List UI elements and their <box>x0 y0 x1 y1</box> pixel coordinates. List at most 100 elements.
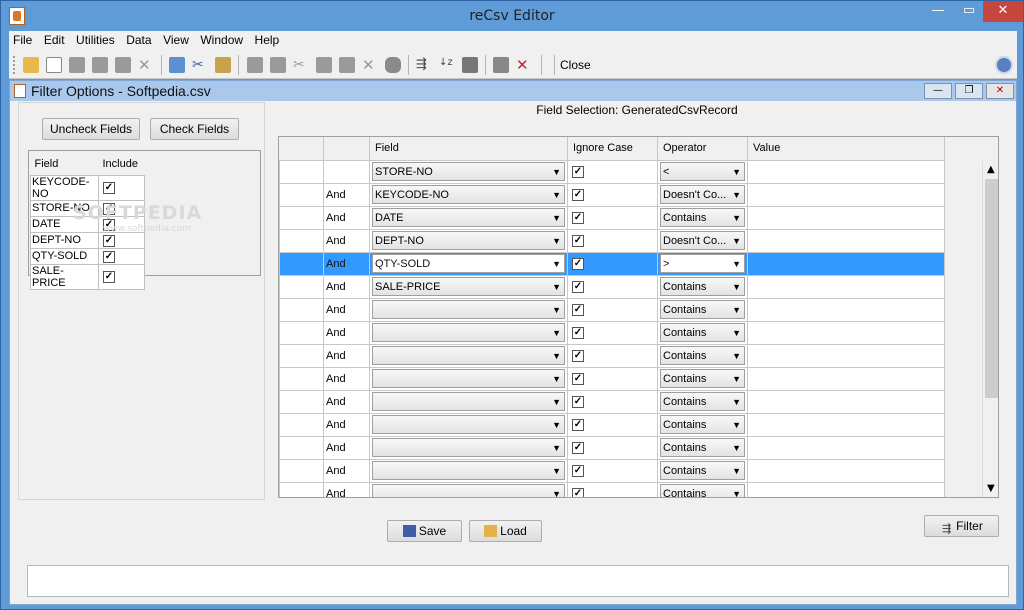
join-cell[interactable]: And <box>323 182 370 207</box>
filter-row[interactable]: And DEPT-NO ▼ ✓ Doesn't Co... ▼ <box>279 228 945 253</box>
delete-icon[interactable]: ✕ <box>138 57 154 73</box>
operator-cell[interactable]: Contains ▼ <box>657 274 748 299</box>
filter-row[interactable]: And ▼ ✓ Contains ▼ <box>279 481 945 497</box>
save-as-icon[interactable] <box>92 57 108 73</box>
ignore-case-checkbox[interactable]: ✓ <box>572 419 584 431</box>
value-cell[interactable] <box>747 412 945 437</box>
binoculars-icon[interactable] <box>385 57 401 73</box>
operator-dropdown[interactable]: Contains ▼ <box>660 300 745 319</box>
scroll-thumb[interactable] <box>985 179 998 398</box>
sort-icon[interactable]: ↓z <box>439 57 455 73</box>
operator-dropdown[interactable]: Contains ▼ <box>660 369 745 388</box>
ignore-case-cell[interactable]: ✓ <box>567 343 658 368</box>
field-cell[interactable]: ▼ <box>369 458 568 483</box>
value-cell[interactable] <box>747 251 945 276</box>
value-cell[interactable] <box>747 274 945 299</box>
row-header-cell[interactable] <box>279 182 324 207</box>
field-dropdown[interactable]: ▼ <box>372 369 565 388</box>
join-cell[interactable]: And <box>323 481 370 497</box>
join-cell[interactable]: And <box>323 435 370 460</box>
ignore-case-checkbox[interactable]: ✓ <box>572 304 584 316</box>
field-dropdown[interactable]: KEYCODE-NO ▼ <box>372 185 565 204</box>
field-cell[interactable]: ▼ <box>369 412 568 437</box>
scroll-up-icon[interactable]: ▲ <box>987 164 995 175</box>
field-column-header[interactable]: Field <box>369 137 568 161</box>
delete-record-icon[interactable]: ✕ <box>362 57 378 73</box>
filter-button[interactable]: ⇶ Filter <box>924 515 999 537</box>
tools-icon[interactable]: ✕ <box>516 57 532 73</box>
insert-record-icon[interactable] <box>339 57 355 73</box>
uncheck-fields-button[interactable]: Uncheck Fields <box>42 118 140 140</box>
operator-dropdown[interactable]: Contains ▼ <box>660 415 745 434</box>
menu-edit[interactable]: Edit <box>40 31 69 49</box>
ignore-case-checkbox[interactable]: ✓ <box>572 189 584 201</box>
ignore-case-checkbox[interactable]: ✓ <box>572 396 584 408</box>
menu-file[interactable]: File <box>9 31 36 49</box>
toolbar-grip[interactable] <box>13 56 16 74</box>
ignore-case-checkbox[interactable]: ✓ <box>572 281 584 293</box>
field-dropdown[interactable]: ▼ <box>372 484 565 497</box>
operator-cell[interactable]: Contains ▼ <box>657 343 748 368</box>
menu-window[interactable]: Window <box>196 31 247 49</box>
new-file-icon[interactable] <box>46 57 62 73</box>
field-dropdown[interactable]: ▼ <box>372 461 565 480</box>
row-header-cell[interactable] <box>279 458 324 483</box>
cut-record-icon[interactable]: ✂ <box>293 57 309 73</box>
paste-record-icon[interactable] <box>316 57 332 73</box>
ignore-case-checkbox[interactable]: ✓ <box>572 488 584 497</box>
minimize-button[interactable]: — <box>921 1 955 22</box>
grid-vertical-scrollbar[interactable]: ▲ ▼ <box>982 161 998 497</box>
field-cell[interactable]: QTY-SOLD ▼ <box>369 251 568 276</box>
filter-row[interactable]: And DATE ▼ ✓ Contains ▼ <box>279 205 945 230</box>
value-cell[interactable] <box>747 435 945 460</box>
filter-row[interactable]: And SALE-PRICE ▼ ✓ Contains ▼ <box>279 274 945 299</box>
field-dropdown[interactable]: QTY-SOLD ▼ <box>372 254 565 273</box>
operator-cell[interactable]: Contains ▼ <box>657 412 748 437</box>
operator-dropdown[interactable]: Contains ▼ <box>660 392 745 411</box>
paste-icon[interactable] <box>215 57 231 73</box>
operator-dropdown[interactable]: < ▼ <box>660 162 745 181</box>
ignore-case-checkbox[interactable]: ✓ <box>572 235 584 247</box>
check-fields-button[interactable]: Check Fields <box>150 118 239 140</box>
value-cell[interactable] <box>747 228 945 253</box>
ignore-case-checkbox[interactable]: ✓ <box>572 373 584 385</box>
field-dropdown[interactable]: DEPT-NO ▼ <box>372 231 565 250</box>
value-cell[interactable] <box>747 205 945 230</box>
filter-row[interactable]: And ▼ ✓ Contains ▼ <box>279 366 945 391</box>
filter-row[interactable]: And ▼ ✓ Contains ▼ <box>279 412 945 437</box>
ignore-case-column-header[interactable]: Ignore Case <box>567 137 658 161</box>
value-cell[interactable] <box>747 343 945 368</box>
menu-view[interactable]: View <box>159 31 193 49</box>
join-cell[interactable]: And <box>323 389 370 414</box>
row-header-cell[interactable] <box>279 481 324 497</box>
field-dropdown[interactable]: ▼ <box>372 300 565 319</box>
scroll-down-icon[interactable]: ▼ <box>987 483 995 494</box>
field-dropdown[interactable]: ▼ <box>372 392 565 411</box>
include-checkbox[interactable]: ✓ <box>103 234 115 247</box>
ignore-case-checkbox[interactable]: ✓ <box>572 212 584 224</box>
join-cell[interactable]: And <box>323 228 370 253</box>
operator-dropdown[interactable]: > ▼ <box>660 254 745 273</box>
field-cell[interactable]: ▼ <box>369 481 568 497</box>
join-cell[interactable]: And <box>323 251 370 276</box>
filter-row[interactable]: And ▼ ✓ Contains ▼ <box>279 435 945 460</box>
operator-dropdown[interactable]: Contains ▼ <box>660 323 745 342</box>
filter-row[interactable]: And KEYCODE-NO ▼ ✓ Doesn't Co... ▼ <box>279 182 945 207</box>
field-dropdown[interactable]: DATE ▼ <box>372 208 565 227</box>
field-cell[interactable]: ▼ <box>369 366 568 391</box>
operator-dropdown[interactable]: Contains ▼ <box>660 461 745 480</box>
include-checkbox[interactable]: ✓ <box>103 182 115 194</box>
ignore-case-cell[interactable]: ✓ <box>567 205 658 230</box>
operator-dropdown[interactable]: Contains ▼ <box>660 346 745 365</box>
menu-utilities[interactable]: Utilities <box>72 31 119 49</box>
value-cell[interactable] <box>747 366 945 391</box>
join-cell[interactable]: And <box>323 343 370 368</box>
ignore-case-cell[interactable]: ✓ <box>567 297 658 322</box>
ignore-case-cell[interactable]: ✓ <box>567 159 658 184</box>
join-cell[interactable]: And <box>323 458 370 483</box>
ignore-case-checkbox[interactable]: ✓ <box>572 442 584 454</box>
row-header-cell[interactable] <box>279 343 324 368</box>
operator-cell[interactable]: Contains ▼ <box>657 297 748 322</box>
menu-data[interactable]: Data <box>122 31 155 49</box>
operator-cell[interactable]: Contains ▼ <box>657 458 748 483</box>
